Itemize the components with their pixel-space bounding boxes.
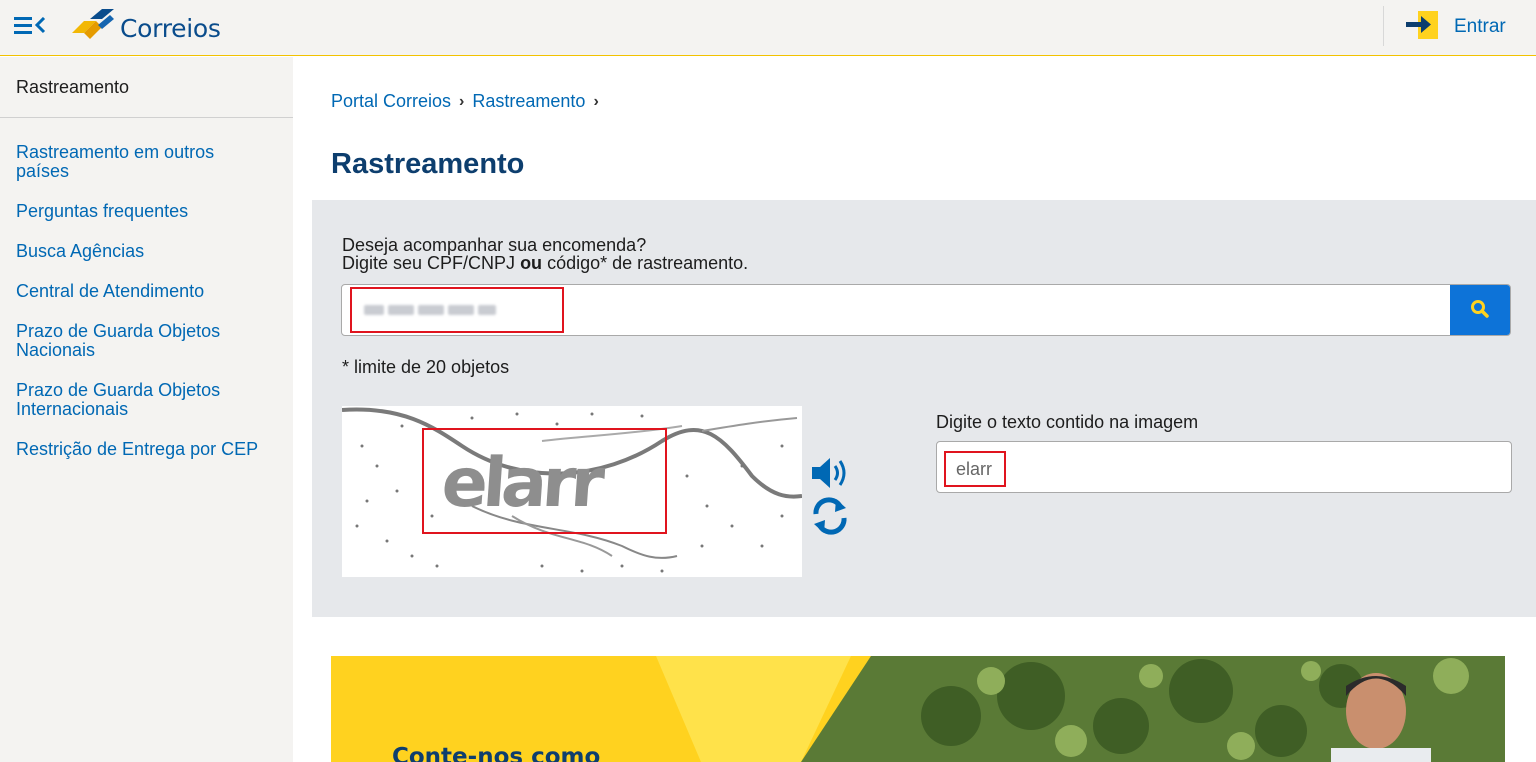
page-title: Rastreamento <box>331 148 525 180</box>
top-header: Correios Entrar <box>0 0 1536 56</box>
limit-note: * limite de 20 objetos <box>342 357 510 377</box>
sidebar-divider <box>0 117 293 118</box>
login-label: Entrar <box>1454 16 1506 37</box>
login-button[interactable]: Entrar <box>1406 8 1506 46</box>
breadcrumb-separator: › <box>593 92 599 110</box>
captcha-input[interactable] <box>944 451 1006 487</box>
sidebar: Rastreamento Rastreamento em outros país… <box>0 57 293 762</box>
correios-logo-icon <box>70 8 116 48</box>
header-divider <box>1383 6 1384 46</box>
tracking-question: Deseja acompanhar sua encomenda? <box>342 235 647 255</box>
logo-text: Correios <box>120 13 221 43</box>
tracking-panel: Deseja acompanhar sua encomenda? Digite … <box>312 200 1536 617</box>
search-button[interactable] <box>1450 285 1510 335</box>
captcha-highlight-box <box>422 428 667 534</box>
menu-collapse-icon[interactable] <box>14 16 46 39</box>
tracking-code-input[interactable] <box>350 287 564 333</box>
breadcrumb: Portal Correios › Rastreamento › <box>331 91 607 112</box>
tracking-instruction-line: Digite seu CPF/CNPJ ou código* de rastre… <box>342 253 749 273</box>
tracking-instructions: Deseja acompanhar sua encomenda? Digite … <box>342 236 748 272</box>
speaker-icon[interactable] <box>810 456 850 490</box>
captcha-label: Digite o texto contido na imagem <box>936 412 1199 432</box>
sidebar-item-prazo-guarda-nacionais[interactable]: Prazo de Guarda Objetos Nacionais <box>16 322 266 360</box>
sidebar-item-rastreamento-outros-paises[interactable]: Rastreamento em outros países <box>16 143 266 181</box>
sidebar-nav: Rastreamento em outros países Perguntas … <box>16 143 266 480</box>
sidebar-item-busca-agencias[interactable]: Busca Agências <box>16 242 266 261</box>
banner-heading: Conte-nos como <box>392 744 601 762</box>
breadcrumb-portal-correios[interactable]: Portal Correios <box>331 91 451 112</box>
promo-banner[interactable]: Conte-nos como <box>331 656 1505 762</box>
search-icon <box>1470 299 1490 322</box>
breadcrumb-rastreamento[interactable]: Rastreamento <box>472 91 585 112</box>
tracking-input-container <box>341 284 1511 336</box>
sidebar-item-perguntas-frequentes[interactable]: Perguntas frequentes <box>16 202 266 221</box>
correios-logo[interactable]: Correios <box>70 8 221 48</box>
sidebar-item-restricao-entrega-cep[interactable]: Restrição de Entrega por CEP <box>16 440 266 459</box>
breadcrumb-separator: › <box>459 92 465 110</box>
refresh-icon[interactable] <box>810 496 850 536</box>
sidebar-item-prazo-guarda-internacionais[interactable]: Prazo de Guarda Objetos Internacionais <box>16 381 266 419</box>
login-arrow-icon <box>1406 9 1440 46</box>
captcha-image: elarr <box>342 406 802 577</box>
captcha-input-container <box>936 441 1512 493</box>
sidebar-title: Rastreamento <box>16 77 130 97</box>
sidebar-item-central-atendimento[interactable]: Central de Atendimento <box>16 282 266 301</box>
